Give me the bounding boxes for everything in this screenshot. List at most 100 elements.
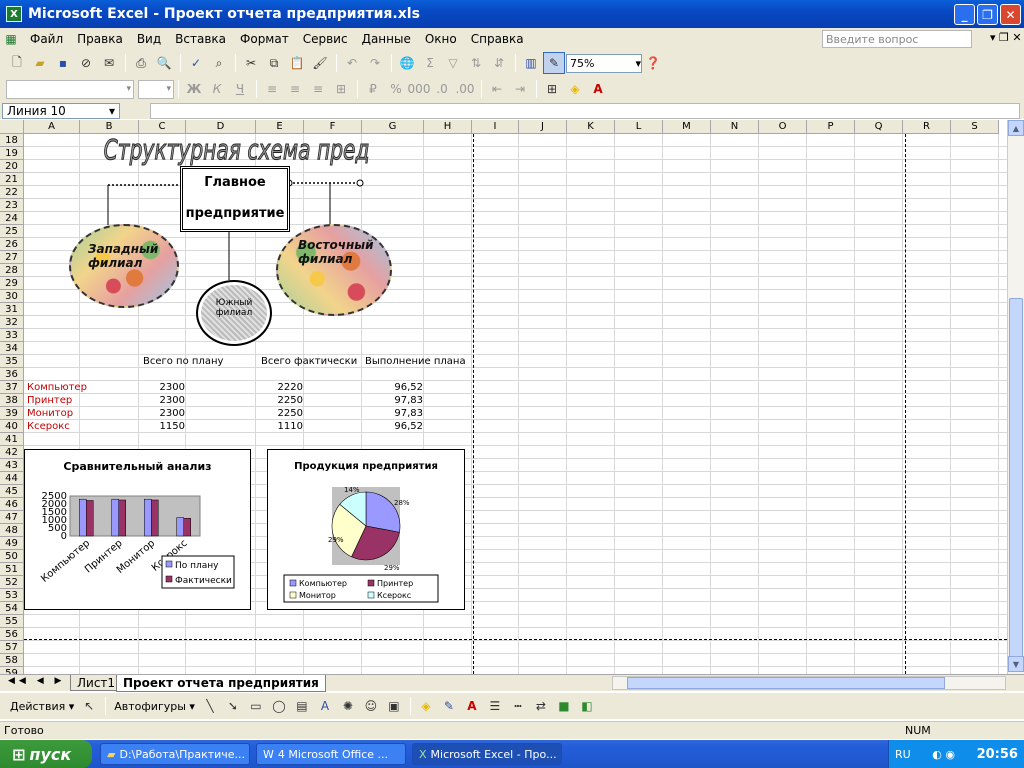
workbook-icon[interactable]: ▦ — [0, 28, 22, 50]
row-header-36[interactable]: 36 — [0, 368, 24, 381]
column-header-q[interactable]: Q — [855, 120, 903, 134]
currency-icon[interactable]: ₽ — [362, 78, 384, 100]
autosum-icon[interactable]: Σ — [419, 52, 441, 74]
row-header-42[interactable]: 42 — [0, 446, 24, 459]
row-header-43[interactable]: 43 — [0, 459, 24, 472]
filter-icon[interactable]: ▽ — [442, 52, 464, 74]
spelling-icon[interactable]: ✓ — [185, 52, 207, 74]
save-icon[interactable]: ▪ — [52, 52, 74, 74]
column-header-g[interactable]: G — [362, 120, 424, 134]
picture-icon[interactable]: ▣ — [383, 695, 405, 717]
scroll-thumb[interactable] — [1009, 298, 1023, 658]
row-header-29[interactable]: 29 — [0, 277, 24, 290]
column-header-j[interactable]: J — [519, 120, 567, 134]
row-header-33[interactable]: 33 — [0, 329, 24, 342]
clipart-icon[interactable]: ☺ — [360, 695, 382, 717]
menu-edit[interactable]: Правка — [70, 29, 130, 49]
row-header-49[interactable]: 49 — [0, 537, 24, 550]
row-header-24[interactable]: 24 — [0, 212, 24, 225]
row-header-53[interactable]: 53 — [0, 589, 24, 602]
row-header-44[interactable]: 44 — [0, 472, 24, 485]
column-header-e[interactable]: E — [256, 120, 304, 134]
column-header-b[interactable]: B — [80, 120, 139, 134]
align-center-icon[interactable]: ≡ — [284, 78, 306, 100]
column-header-o[interactable]: O — [759, 120, 807, 134]
shadow-icon[interactable]: ■ — [553, 695, 575, 717]
row-header-31[interactable]: 31 — [0, 303, 24, 316]
decrease-indent-icon[interactable]: ⇤ — [486, 78, 508, 100]
menu-help[interactable]: Справка — [464, 29, 531, 49]
row-header-30[interactable]: 30 — [0, 290, 24, 303]
percent-icon[interactable]: % — [385, 78, 407, 100]
dash-style-icon[interactable]: ┅ — [507, 695, 529, 717]
row-header-59[interactable]: 59 — [0, 667, 24, 674]
arrow-icon[interactable]: ➘ — [222, 695, 244, 717]
column-header-i[interactable]: I — [472, 120, 519, 134]
row-header-34[interactable]: 34 — [0, 342, 24, 355]
name-box[interactable]: Линия 10 ▾ — [2, 102, 120, 119]
column-header-p[interactable]: P — [807, 120, 855, 134]
row-header-39[interactable]: 39 — [0, 407, 24, 420]
row-header-19[interactable]: 19 — [0, 147, 24, 160]
row-header-32[interactable]: 32 — [0, 316, 24, 329]
tray-icons[interactable]: ◐ ◉ — [932, 748, 955, 761]
borders-icon[interactable]: ⊞ — [541, 78, 563, 100]
row-header-50[interactable]: 50 — [0, 550, 24, 563]
row-header-47[interactable]: 47 — [0, 511, 24, 524]
font-color-icon[interactable]: A — [461, 695, 483, 717]
fill-color-icon[interactable]: ◈ — [564, 78, 586, 100]
taskbar-excel[interactable]: X Microsoft Excel - Про... — [412, 743, 562, 765]
print-preview-icon[interactable]: 🔍 — [153, 52, 175, 74]
vertical-scrollbar[interactable]: ▲ ▼ — [1007, 120, 1024, 674]
format-painter-icon[interactable]: 🖌 — [309, 52, 331, 74]
row-header-46[interactable]: 46 — [0, 498, 24, 511]
select-pointer-icon[interactable]: ↖ — [78, 695, 100, 717]
column-header-f[interactable]: F — [304, 120, 362, 134]
drawing-icon[interactable]: ✎ — [543, 52, 565, 74]
row-header-56[interactable]: 56 — [0, 628, 24, 641]
close-button[interactable]: ✕ — [1000, 4, 1021, 25]
column-header-m[interactable]: M — [663, 120, 711, 134]
email-icon[interactable]: ✉ — [98, 52, 120, 74]
fill-color-icon[interactable]: ◈ — [415, 695, 437, 717]
row-header-48[interactable]: 48 — [0, 524, 24, 537]
textbox-icon[interactable]: ▤ — [291, 695, 313, 717]
wordart-icon[interactable]: A — [314, 695, 336, 717]
window-controls-icon[interactable]: ▾ ❐ ✕ — [990, 31, 1022, 44]
increase-decimal-icon[interactable]: .0 — [431, 78, 453, 100]
font-color-icon[interactable]: A — [587, 78, 609, 100]
sort-desc-icon[interactable]: ⇵ — [488, 52, 510, 74]
row-header-54[interactable]: 54 — [0, 602, 24, 615]
row-header-41[interactable]: 41 — [0, 433, 24, 446]
row-header-40[interactable]: 40 — [0, 420, 24, 433]
undo-icon[interactable]: ↶ — [341, 52, 363, 74]
autoshapes-menu[interactable]: Автофигуры ▾ — [110, 700, 199, 713]
font-name-select[interactable]: ▾ — [6, 79, 134, 99]
spreadsheet-grid[interactable]: A B C D E F G H I J K L M N O P Q R S 18 19 20 21 22 23 24 25 26 27 2… — [0, 120, 1007, 674]
menu-data[interactable]: Данные — [355, 29, 418, 49]
menu-tools[interactable]: Сервис — [296, 29, 355, 49]
taskbar-office-group[interactable]: W4 Microsoft Office ... — [256, 743, 406, 765]
row-header-45[interactable]: 45 — [0, 485, 24, 498]
redo-icon[interactable]: ↷ — [364, 52, 386, 74]
row-header-35[interactable]: 35 — [0, 355, 24, 368]
decrease-decimal-icon[interactable]: .00 — [454, 78, 476, 100]
column-header-s[interactable]: S — [951, 120, 999, 134]
chart-wizard-icon[interactable]: ▥ — [520, 52, 542, 74]
bold-icon[interactable]: Ж — [183, 78, 205, 100]
increase-indent-icon[interactable]: ⇥ — [509, 78, 531, 100]
rectangle-icon[interactable]: ▭ — [245, 695, 267, 717]
align-left-icon[interactable]: ≡ — [261, 78, 283, 100]
copy-icon[interactable]: ⧉ — [263, 52, 285, 74]
taskbar-folder[interactable]: ▰ D:\Работа\Практиче... — [100, 743, 250, 765]
menu-format[interactable]: Формат — [233, 29, 296, 49]
row-header-25[interactable]: 25 — [0, 225, 24, 238]
row-header-23[interactable]: 23 — [0, 199, 24, 212]
column-header-n[interactable]: N — [711, 120, 759, 134]
font-size-select[interactable]: ▾ — [138, 79, 174, 99]
row-header-37[interactable]: 37 — [0, 381, 24, 394]
menu-window[interactable]: Окно — [418, 29, 464, 49]
paste-icon[interactable]: 📋 — [286, 52, 308, 74]
select-all-corner[interactable] — [0, 120, 24, 134]
underline-icon[interactable]: Ч — [229, 78, 251, 100]
